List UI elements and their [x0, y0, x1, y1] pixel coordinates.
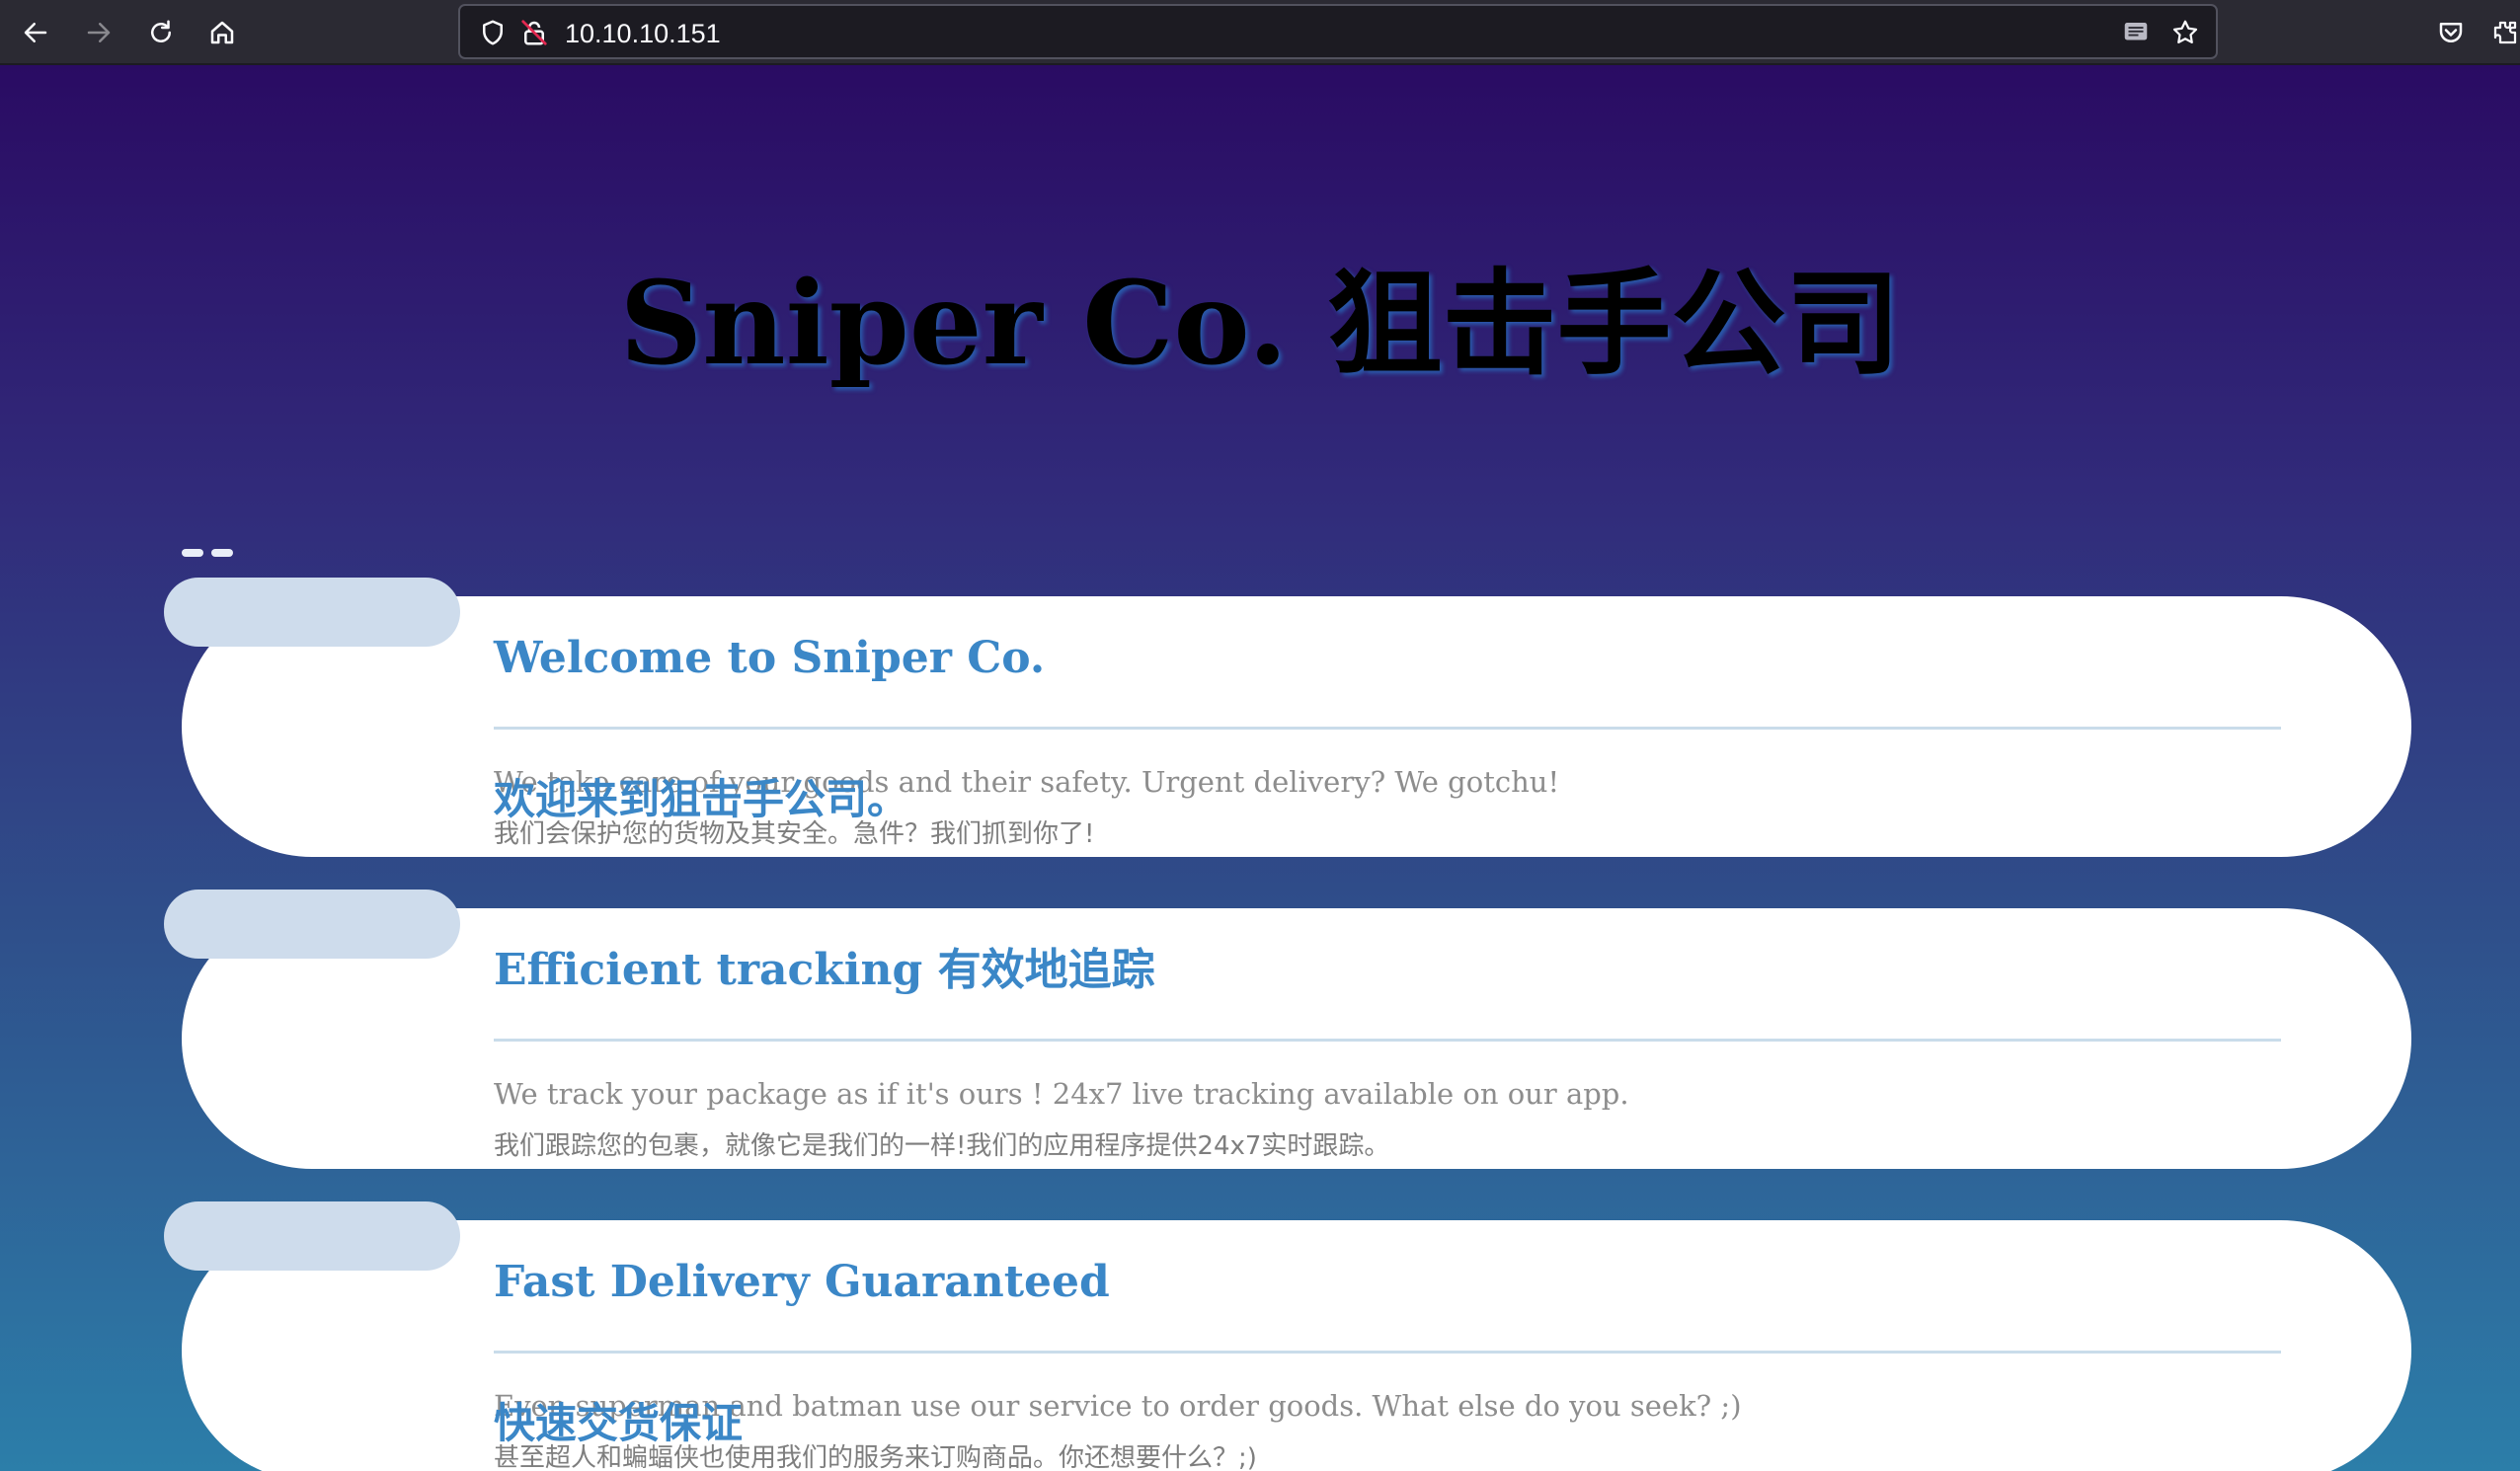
card-title: Efficient tracking 有效地追踪: [494, 945, 1155, 995]
reload-button[interactable]: [141, 13, 181, 52]
card-tab: [164, 578, 460, 647]
card-title: Welcome to Sniper Co.: [494, 633, 1046, 683]
browser-toolbar: 10.10.10.151: [0, 0, 2520, 65]
card-text-chinese: 我们会保护您的货物及其安全。急件？我们抓到你了!: [494, 819, 1095, 849]
forward-button[interactable]: [79, 13, 118, 52]
puzzle-icon: [2493, 21, 2517, 44]
dash: [211, 549, 233, 557]
back-button[interactable]: [16, 13, 55, 52]
card-tracking: Efficient tracking 有效地追踪 We track your p…: [182, 908, 2411, 1169]
home-icon: [210, 21, 234, 44]
dash: [182, 549, 203, 557]
star-icon[interactable]: [2170, 18, 2200, 47]
card-text-chinese: 我们跟踪您的包裹，就像它是我们的一样!我们的应用程序提供24x7实时跟踪。: [494, 1131, 1390, 1161]
pocket-icon: [2439, 23, 2463, 42]
shield-icon[interactable]: [478, 18, 508, 47]
card-title: Fast Delivery Guaranteed: [494, 1257, 1110, 1307]
extensions-button[interactable]: [2490, 13, 2520, 52]
pocket-button[interactable]: [2431, 13, 2471, 52]
forward-arrow-icon: [87, 23, 111, 42]
card-title-chinese: 快速交货保证: [494, 1399, 744, 1447]
back-arrow-icon: [24, 23, 47, 42]
card-welcome: Welcome to Sniper Co. We take care of yo…: [182, 596, 2411, 857]
card-tab: [164, 1201, 460, 1271]
card-divider: [494, 1039, 2281, 1042]
card-delivery: Fast Delivery Guaranteed Even superman a…: [182, 1220, 2411, 1471]
card-text-chinese: 甚至超人和蝙蝠侠也使用我们的服务来订购商品。你还想要什么？;): [494, 1443, 1257, 1471]
card-tab: [164, 890, 460, 959]
decorative-dashes: [182, 549, 233, 557]
insecure-lock-icon[interactable]: [519, 18, 549, 47]
home-button[interactable]: [202, 13, 242, 52]
url-bar[interactable]: 10.10.10.151: [458, 4, 2218, 59]
card-title-chinese: 欢迎来到狙击手公司。: [494, 775, 909, 823]
site-title: Sniper Co. 狙击手公司: [619, 257, 1901, 391]
card-divider: [494, 1351, 2281, 1354]
page-viewport: Sniper Co. 狙击手公司 Welcome to Sniper Co. W…: [0, 65, 2520, 1471]
reload-icon: [151, 20, 171, 42]
card-text: We track your package as if it's ours ! …: [494, 1077, 1629, 1111]
card-divider: [494, 727, 2281, 730]
url-text[interactable]: 10.10.10.151: [565, 19, 721, 48]
reader-view-icon[interactable]: [2121, 18, 2151, 47]
